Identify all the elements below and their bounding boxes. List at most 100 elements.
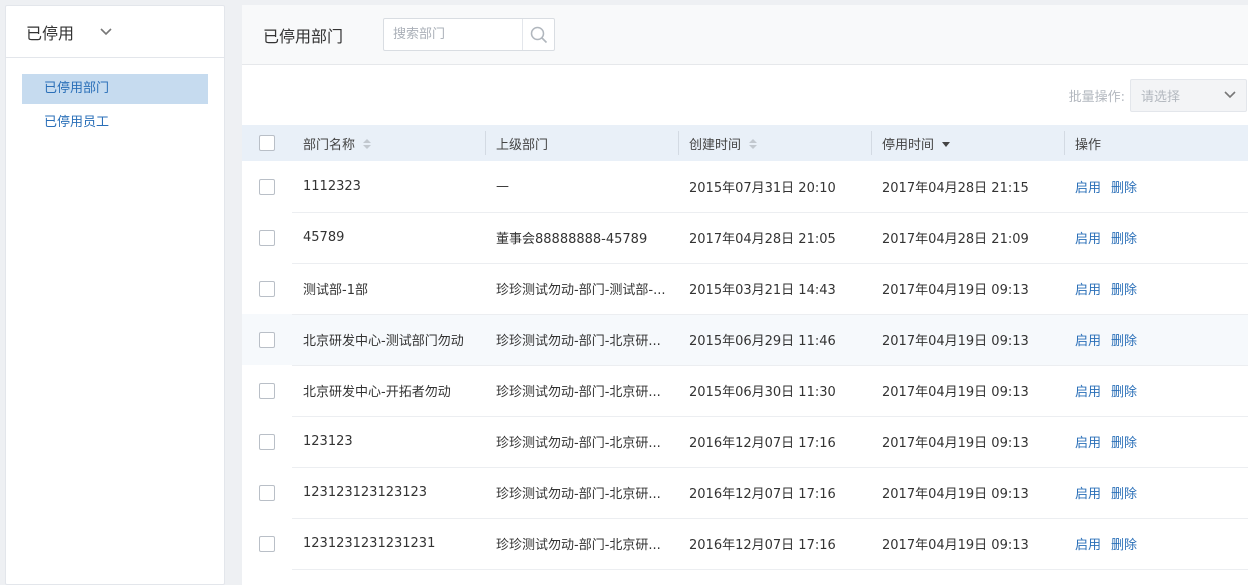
row-select-cell: [242, 416, 292, 467]
delete-button[interactable]: 删除: [1111, 436, 1137, 451]
chevron-down-icon[interactable]: [100, 26, 112, 38]
delete-button[interactable]: 删除: [1111, 385, 1137, 400]
column-header-parent: 上级部门: [485, 125, 678, 161]
cell-name: 北京研发中心-测试部门勿动: [292, 314, 485, 366]
topbar: 已停用部门: [242, 5, 1248, 65]
cell-disabled: 2017年04月28日 21:15: [871, 161, 1064, 213]
enable-button[interactable]: 启用: [1075, 538, 1101, 553]
delete-button[interactable]: 删除: [1111, 334, 1137, 349]
enable-button[interactable]: 启用: [1075, 385, 1101, 400]
row-checkbox[interactable]: [259, 484, 275, 501]
row-select-cell: [242, 365, 292, 416]
cell-parent: —: [485, 161, 678, 213]
column-header-name[interactable]: 部门名称: [292, 125, 485, 161]
enable-button[interactable]: 启用: [1075, 487, 1101, 502]
cell-actions: 启用 删除: [1064, 263, 1248, 315]
sidebar-item-disabled-departments[interactable]: 已停用部门: [22, 74, 208, 104]
cell-disabled: 2017年04月19日 09:13: [871, 467, 1064, 519]
enable-button[interactable]: 启用: [1075, 436, 1101, 451]
table-body: 1112323—2015年07月31日 20:10 2017年04月28日 21:…: [242, 161, 1248, 570]
cell-actions: 启用 删除: [1064, 314, 1248, 366]
row-select-cell: [242, 212, 292, 263]
cell-name: 45789: [292, 212, 485, 264]
row-checkbox[interactable]: [259, 178, 275, 195]
cell-created: 2016年12月07日 17:16: [678, 518, 871, 570]
bulk-actions-label: 批量操作:: [1068, 89, 1125, 105]
sort-icon[interactable]: [749, 138, 758, 153]
search-icon[interactable]: [522, 19, 554, 50]
enable-button[interactable]: 启用: [1075, 283, 1101, 298]
column-label: 上级部门: [496, 137, 549, 153]
table-row[interactable]: 北京研发中心-测试部门勿动 珍珍测试勿动-部门-北京研... 2015年06月29日…: [242, 314, 1248, 366]
sidebar: 已停用 已停用部门 已停用员工: [5, 5, 225, 585]
cell-disabled: 2017年04月19日 09:13: [871, 263, 1064, 315]
column-label: 创建时间: [689, 137, 742, 153]
enable-button[interactable]: 启用: [1075, 181, 1101, 196]
row-select-cell: [242, 263, 292, 314]
delete-button[interactable]: 删除: [1111, 181, 1137, 196]
row-select-cell: [242, 161, 292, 212]
row-checkbox[interactable]: [259, 535, 275, 552]
bulk-actions-select[interactable]: 请选择: [1130, 78, 1247, 112]
row-checkbox[interactable]: [259, 382, 275, 399]
cell-created: 2015年06月30日 11:30: [678, 365, 871, 417]
cell-disabled: 2017年04月19日 09:13: [871, 518, 1064, 570]
cell-actions: 启用 删除: [1064, 467, 1248, 519]
cell-name: 1231231231231231: [292, 518, 485, 570]
select-all-checkbox[interactable]: [259, 135, 275, 151]
table-row[interactable]: 123123123123123 珍珍测试勿动-部门-北京研... 2016年12月0…: [242, 467, 1248, 519]
column-label: 部门名称: [303, 137, 356, 153]
table-row[interactable]: 45789 董事会88888888-45789 2017年04月28日 21:05 2…: [242, 212, 1248, 264]
enable-button[interactable]: 启用: [1075, 334, 1101, 349]
bulk-select-value: 请选择: [1141, 89, 1181, 105]
cell-disabled: 2017年04月19日 09:13: [871, 365, 1064, 417]
sort-desc-icon[interactable]: [942, 138, 951, 153]
cell-parent: 董事会88888888-45789: [485, 212, 678, 264]
cell-name: 123123: [292, 416, 485, 468]
delete-button[interactable]: 删除: [1111, 487, 1137, 502]
cell-parent: 珍珍测试勿动-部门-北京研...: [485, 314, 678, 366]
cell-actions: 启用 删除: [1064, 416, 1248, 468]
table-header-row: 部门名称 上级部门 创建时间 停用时间 操作: [242, 125, 1248, 161]
row-checkbox[interactable]: [259, 280, 275, 297]
cell-actions: 启用 删除: [1064, 518, 1248, 570]
row-checkbox[interactable]: [259, 433, 275, 450]
enable-button[interactable]: 启用: [1075, 232, 1101, 247]
sort-icon[interactable]: [363, 138, 372, 153]
delete-button[interactable]: 删除: [1111, 232, 1137, 247]
delete-button[interactable]: 删除: [1111, 538, 1137, 553]
search-box: [383, 18, 556, 51]
cell-parent: 珍珍测试勿动-部门-北京研...: [485, 365, 678, 417]
chevron-down-icon: [1224, 88, 1236, 103]
sidebar-header[interactable]: 已停用: [6, 6, 224, 58]
delete-button[interactable]: 删除: [1111, 283, 1137, 298]
cell-disabled: 2017年04月19日 09:13: [871, 314, 1064, 366]
cell-disabled: 2017年04月19日 09:13: [871, 416, 1064, 468]
row-checkbox[interactable]: [259, 229, 275, 246]
sidebar-item-disabled-employees[interactable]: 已停用员工: [22, 108, 208, 138]
page-title: 已停用部门: [263, 26, 344, 46]
cell-created: 2016年12月07日 17:16: [678, 416, 871, 468]
cell-created: 2016年12月07日 17:16: [678, 467, 871, 519]
table-row[interactable]: 测试部-1部 珍珍测试勿动-部门-测试部-... 2015年03月21日 14:43…: [242, 263, 1248, 315]
search-input[interactable]: [384, 19, 523, 50]
cell-actions: 启用 删除: [1064, 365, 1248, 417]
column-header-disabled[interactable]: 停用时间: [871, 125, 1064, 161]
table-row[interactable]: 123123 珍珍测试勿动-部门-北京研... 2016年12月07日 17:16 2…: [242, 416, 1248, 468]
sidebar-title: 已停用: [26, 23, 75, 43]
cell-name: 123123123123123: [292, 467, 485, 519]
bulk-actions-bar: 批量操作: 请选择: [242, 65, 1248, 125]
table-row[interactable]: 1112323—2015年07月31日 20:10 2017年04月28日 21:…: [242, 161, 1248, 213]
row-checkbox[interactable]: [259, 331, 275, 348]
table-row[interactable]: 1231231231231231 珍珍测试勿动-部门-北京研... 2016年12月…: [242, 518, 1248, 570]
cell-actions: 启用 删除: [1064, 212, 1248, 264]
cell-parent: 珍珍测试勿动-部门-测试部-...: [485, 263, 678, 315]
cell-name: 测试部-1部: [292, 263, 485, 315]
select-all-cell: [242, 125, 292, 161]
cell-parent: 珍珍测试勿动-部门-北京研...: [485, 416, 678, 468]
column-header-created[interactable]: 创建时间: [678, 125, 871, 161]
main-panel: 已停用部门 批量操作: 请选择: [242, 5, 1248, 585]
table-row[interactable]: 北京研发中心-开拓者勿动 珍珍测试勿动-部门-北京研... 2015年06月30日 …: [242, 365, 1248, 417]
cell-actions: 启用 删除: [1064, 161, 1248, 213]
row-select-cell: [242, 467, 292, 518]
